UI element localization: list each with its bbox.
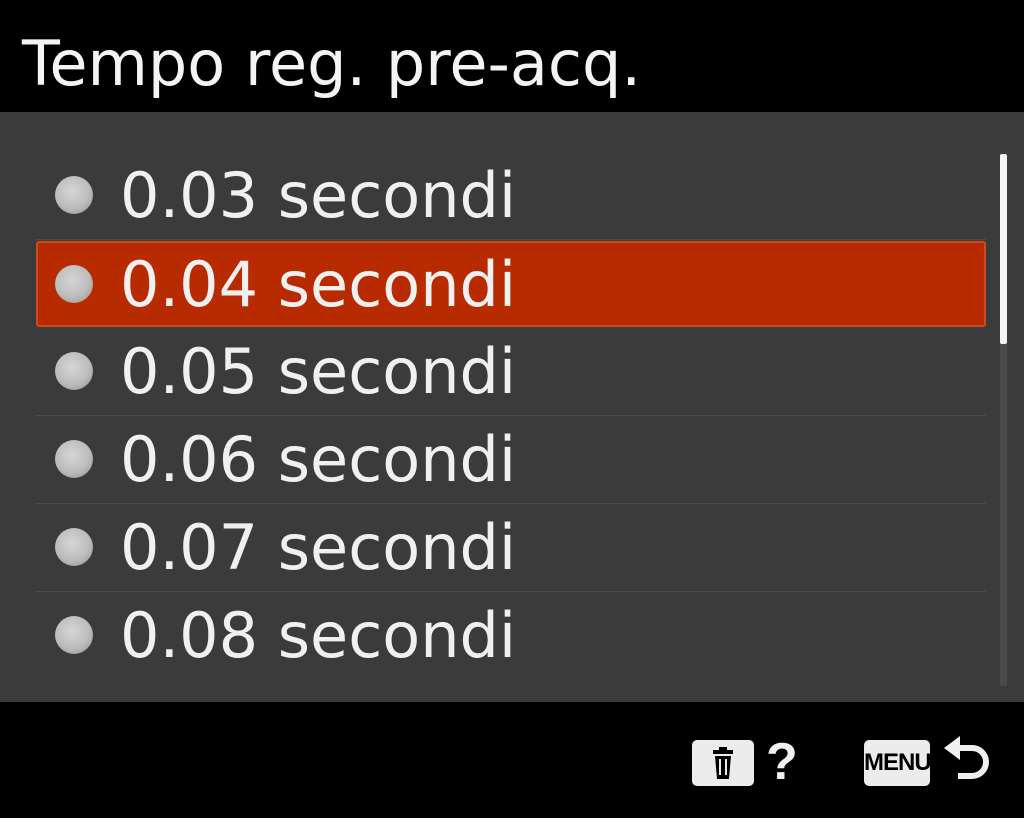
trash-icon-glyph [713, 747, 733, 779]
options-panel: 0.03 secondi 0.04 secondi 0.05 secondi 0… [0, 112, 1024, 702]
radio-button-icon[interactable] [55, 265, 93, 303]
option-label: 0.06 secondi [120, 423, 517, 496]
option-0-06-seconds[interactable]: 0.06 secondi [36, 416, 986, 504]
option-0-03-seconds[interactable]: 0.03 secondi [36, 152, 986, 240]
scrollbar-thumb[interactable] [1000, 154, 1007, 344]
camera-menu-screen: Tempo reg. pre-acq. 0.03 secondi 0.04 se… [0, 0, 1024, 818]
option-0-08-seconds[interactable]: 0.08 secondi [36, 592, 986, 680]
radio-button-icon[interactable] [55, 352, 93, 390]
radio-button-icon[interactable] [55, 616, 93, 654]
trash-icon[interactable] [692, 740, 754, 786]
option-label: 0.07 secondi [120, 511, 517, 584]
help-icon[interactable]: ? [766, 732, 798, 792]
option-label: 0.04 secondi [120, 248, 517, 321]
scrollbar[interactable] [1000, 154, 1007, 686]
option-0-04-seconds[interactable]: 0.04 secondi [36, 241, 986, 327]
radio-button-icon[interactable] [55, 440, 93, 478]
footer-bar: ? MENU [0, 702, 1024, 818]
options-list: 0.03 secondi 0.04 secondi 0.05 secondi 0… [36, 152, 986, 680]
back-arrow-icon[interactable] [938, 732, 998, 792]
radio-button-icon[interactable] [55, 176, 93, 214]
row-divider [36, 239, 986, 240]
option-0-05-seconds[interactable]: 0.05 secondi [36, 328, 986, 416]
title-bar: Tempo reg. pre-acq. [0, 0, 1024, 112]
option-0-07-seconds[interactable]: 0.07 secondi [36, 504, 986, 592]
page-title: Tempo reg. pre-acq. [22, 27, 642, 100]
option-label: 0.08 secondi [120, 599, 517, 672]
menu-key-icon[interactable]: MENU [864, 740, 932, 786]
option-label: 0.05 secondi [120, 335, 517, 408]
option-label: 0.03 secondi [120, 159, 517, 232]
radio-button-icon[interactable] [55, 528, 93, 566]
